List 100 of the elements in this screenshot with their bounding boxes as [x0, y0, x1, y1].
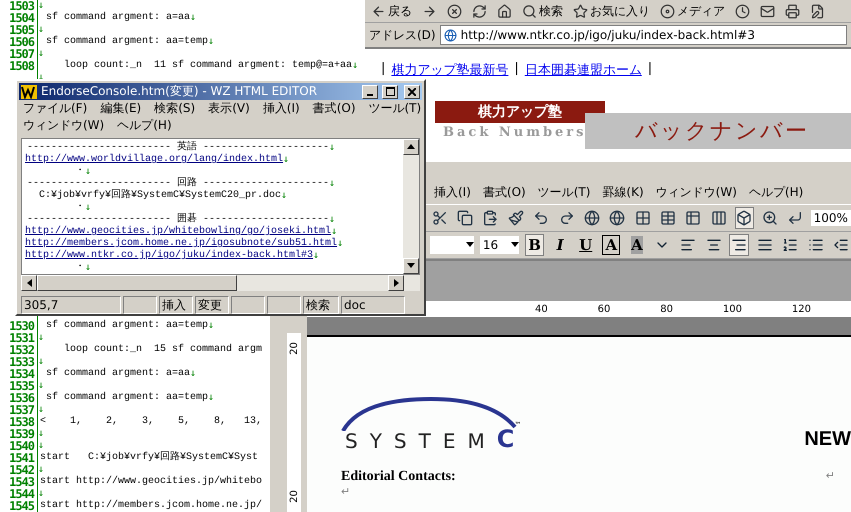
- home-icon: [497, 4, 512, 18]
- back-button[interactable]: 戻る: [369, 1, 414, 21]
- line-number: 1545: [0, 500, 38, 512]
- scroll-right-button[interactable]: [388, 275, 404, 291]
- paragraph-mark: ↵: [341, 485, 352, 498]
- scroll-thumb[interactable]: [37, 275, 237, 291]
- url-link[interactable]: http://members.jcom.home.ne.jp/igosubnote/sub51.html: [25, 238, 338, 250]
- scroll-left-button[interactable]: [21, 275, 37, 291]
- menu-item[interactable]: 検索(S): [154, 100, 196, 117]
- underline-button[interactable]: U: [576, 234, 596, 256]
- ruler-label: 60: [598, 303, 610, 317]
- maximize-button[interactable]: [382, 84, 398, 98]
- scroll-up-button[interactable]: [403, 139, 419, 155]
- menu-item[interactable]: 挿入(I): [262, 100, 300, 117]
- code-line: ・: [74, 262, 86, 274]
- status-field: 検索: [303, 296, 339, 314]
- media-icon: [660, 4, 675, 18]
- close-button[interactable]: [404, 84, 420, 98]
- window-title: EndorseConsole.htm(変更) - WZ HTML EDITOR: [41, 83, 318, 100]
- zoom-field[interactable]: 100%: [810, 210, 851, 226]
- app-logo-icon: [21, 84, 37, 98]
- ruler-label: 100: [722, 303, 742, 317]
- url-link[interactable]: http://www.worldvillage.org/lang/index.html: [25, 154, 284, 166]
- logo-letter: C: [496, 425, 514, 453]
- banner-subtitle: Back Numbers: [442, 124, 585, 142]
- menu-item[interactable]: 書式(O): [482, 184, 526, 200]
- close-icon: [408, 88, 416, 96]
- font-size-dropdown[interactable]: 16: [480, 236, 519, 254]
- news-heading: NEW: [804, 428, 851, 451]
- banner-title: 棋力アップ塾: [435, 101, 605, 123]
- globe-icon: [584, 210, 600, 226]
- table-icon: [685, 210, 702, 226]
- copy-icon: [457, 210, 474, 226]
- line-number: 1530: [0, 320, 38, 332]
- line-number: 1537: [0, 404, 38, 416]
- search-button[interactable]: 検索: [520, 1, 565, 21]
- font-dropdown[interactable]: [430, 236, 474, 254]
- vertical-scrollbar[interactable]: [403, 139, 419, 274]
- maximize-icon: [386, 87, 394, 96]
- line-number: 1542: [0, 464, 38, 476]
- line-number: 1504: [0, 12, 38, 24]
- menu-item[interactable]: ツール(T): [538, 184, 590, 200]
- line-number: 1535: [0, 380, 38, 392]
- newline-mark: ↓: [190, 12, 196, 24]
- menu-item[interactable]: 罫線(K): [602, 184, 644, 200]
- newline-mark: ↓: [208, 392, 214, 404]
- favorites-button[interactable]: お気に入り: [571, 1, 652, 21]
- scroll-down-button[interactable]: [403, 258, 419, 274]
- code-line: C:¥job¥vrfy¥回路¥SystemC¥SystemC20_pr.doc: [38, 190, 282, 202]
- align-right-button[interactable]: [729, 234, 749, 256]
- align-right-icon: [731, 237, 748, 253]
- menu-item[interactable]: ウィンドウ(W): [23, 117, 104, 134]
- media-button[interactable]: メディア: [658, 1, 727, 21]
- table-icon: [660, 210, 676, 226]
- menu-item[interactable]: ウィンドウ(W): [656, 184, 737, 200]
- newline-mark: ↓: [331, 226, 338, 238]
- boxed-button[interactable]: A: [601, 234, 622, 256]
- address-field[interactable]: http://www.ntkr.co.jp/igo/juku/index-back.html#3: [440, 25, 847, 45]
- line-number: 1531: [0, 332, 38, 344]
- url-link[interactable]: http://www.ntkr.co.jp/igo/juku/index-back.html#3: [25, 250, 314, 262]
- newline-mark: ↓: [38, 464, 44, 476]
- nav-link[interactable]: 棋力アップ塾最新号: [391, 61, 508, 79]
- menu-item[interactable]: ヘルプ(H): [117, 117, 172, 134]
- newline-mark: ↓: [329, 178, 336, 190]
- horizontal-scrollbar[interactable]: [21, 275, 420, 291]
- newline-mark: ↓: [352, 60, 358, 72]
- line-number: 1541: [0, 452, 38, 464]
- italic-button[interactable]: I: [550, 234, 570, 256]
- newline-mark: ↓: [208, 320, 214, 332]
- line-number: 1505: [0, 24, 38, 36]
- right-arrow-icon: [394, 279, 398, 287]
- menu-item[interactable]: ツール(T): [368, 100, 422, 117]
- line-number: 1506: [0, 36, 38, 48]
- newline-mark: ↓: [337, 238, 344, 250]
- cube-icon: [736, 210, 752, 226]
- bold-button[interactable]: B: [524, 234, 544, 256]
- minimize-icon: [367, 94, 373, 96]
- menu-item[interactable]: ヘルプ(H): [748, 184, 804, 200]
- menu-item[interactable]: 書式(O): [312, 100, 356, 117]
- nav-link[interactable]: 日本囲碁連盟ホーム: [524, 61, 642, 79]
- globe-icon: [609, 210, 626, 226]
- minimize-button[interactable]: [362, 84, 378, 98]
- redo-icon: [558, 210, 575, 226]
- shaded-button[interactable]: A: [627, 234, 647, 256]
- url-link[interactable]: http://www.geocities.jp/whitebowling/go/joseki.html: [25, 226, 332, 238]
- menu-item[interactable]: 表示(V): [208, 100, 250, 117]
- search-icon: [522, 4, 537, 18]
- menu-item[interactable]: 挿入(I): [434, 184, 471, 200]
- cube-button[interactable]: [734, 207, 754, 229]
- status-field: doc: [341, 296, 405, 314]
- menu-item[interactable]: ファイル(F): [23, 100, 88, 117]
- return-arrow-icon: [786, 210, 803, 226]
- newline-mark: ↓: [329, 142, 336, 154]
- globe-icon: [444, 28, 457, 42]
- line-number: 1503: [0, 0, 38, 12]
- menu-item[interactable]: 編集(E): [100, 100, 142, 117]
- newline-mark: ↓: [85, 166, 92, 178]
- status-field: 挿入: [159, 296, 193, 314]
- code-line: sf command argment: a=aa: [45, 12, 190, 24]
- back-icon: [371, 4, 386, 18]
